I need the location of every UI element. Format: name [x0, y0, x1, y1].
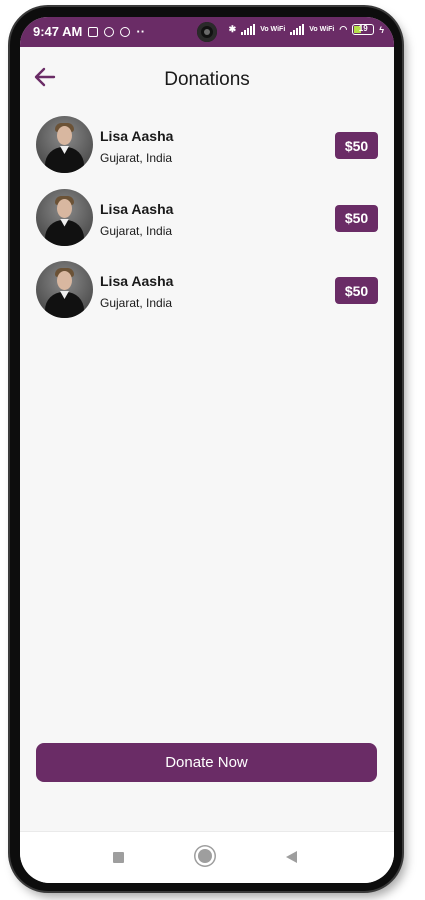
avatar: [36, 261, 93, 318]
donation-item[interactable]: Lisa Aasha Gujarat, India $50: [20, 188, 394, 260]
page-title: Donations: [164, 69, 250, 90]
recent-apps-icon[interactable]: [113, 852, 124, 863]
status-left: 9:47 AM ··: [33, 24, 145, 39]
donor-location: Gujarat, India: [100, 223, 173, 238]
battery-icon: 19: [352, 24, 375, 35]
back-triangle-icon[interactable]: [286, 851, 297, 863]
donor-name: Lisa Aasha: [100, 128, 174, 144]
avatar: [36, 188, 93, 246]
donor-location: Gujarat, India: [100, 296, 173, 310]
vowifi-label-2: Vo WiFi: [309, 26, 335, 33]
app-header: Donations: [20, 47, 394, 109]
notification-icon: [88, 26, 99, 37]
front-camera: [197, 22, 217, 42]
signal-icon: [241, 24, 256, 35]
donation-item[interactable]: Lisa Aasha Gujarat, India $50: [20, 260, 394, 332]
donate-now-button[interactable]: Donate Now: [36, 743, 377, 782]
bluetooth-icon: ✱: [228, 24, 237, 34]
donor-name: Lisa Aasha: [100, 273, 174, 289]
status-time: 9:47 AM: [33, 24, 83, 39]
status-bar: 9:47 AM ·· ✱ Vo WiFi Vo WiFi ◠ 19 ϟ: [20, 17, 394, 47]
home-icon[interactable]: [198, 849, 212, 863]
vowifi-label: Vo WiFi: [260, 26, 286, 33]
amount-badge[interactable]: $50: [335, 132, 378, 159]
whatsapp-icon: [104, 26, 115, 37]
wifi-icon: ◠: [339, 24, 348, 34]
donation-item[interactable]: Lisa Aasha Gujarat, India $50: [20, 115, 394, 187]
more-notifications-icon: ··: [136, 24, 146, 39]
battery-level: 19: [358, 24, 368, 33]
donor-name: Lisa Aasha: [100, 200, 174, 217]
amount-badge[interactable]: $50: [335, 277, 378, 304]
avatar: [36, 116, 93, 173]
drive-icon: [120, 26, 131, 37]
signal-icon-2: [290, 24, 305, 35]
donor-location: Gujarat, India: [100, 151, 173, 165]
status-right: ✱ Vo WiFi Vo WiFi ◠ 19 ϟ: [229, 24, 384, 35]
donation-list: Lisa Aasha Gujarat, India $50 Lisa Aasha…: [20, 115, 394, 333]
system-nav-bar: [20, 831, 394, 883]
app-screen: 9:47 AM ·· ✱ Vo WiFi Vo WiFi ◠ 19 ϟ Dona…: [20, 17, 394, 883]
charging-icon: ϟ: [379, 24, 384, 35]
amount-badge[interactable]: $50: [335, 204, 378, 232]
